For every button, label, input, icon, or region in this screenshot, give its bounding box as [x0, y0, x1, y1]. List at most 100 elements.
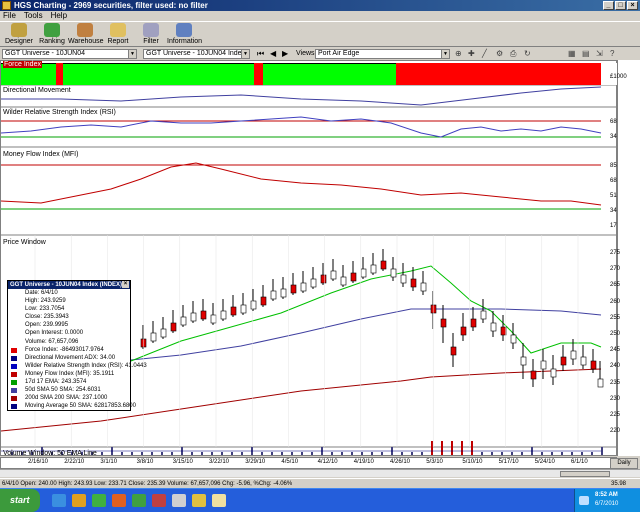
candle-body	[480, 310, 487, 320]
axis-tick-label: 250	[610, 331, 621, 337]
legend-row: Open: 239.9995	[25, 322, 69, 329]
volume-bar	[421, 452, 423, 455]
print-icon[interactable]: ⎙	[510, 49, 516, 59]
force-index-red-segment	[396, 63, 412, 85]
zoom-icon[interactable]: ⊕	[455, 49, 462, 59]
view-select[interactable]: Port Air Edge ▼	[315, 49, 450, 59]
force-index-red-segment	[254, 63, 263, 85]
horizontal-scrollbar[interactable]	[0, 469, 640, 477]
force-index-red-segment	[56, 63, 63, 85]
menu-tools[interactable]: Tools	[24, 11, 43, 21]
legend-row: Volume: 67,657,096	[25, 338, 79, 345]
next-button[interactable]: ▶	[282, 49, 288, 59]
menu-help[interactable]: Help	[51, 11, 67, 21]
close-button[interactable]: ×	[627, 1, 638, 10]
candle-body	[570, 350, 577, 360]
designer-button[interactable]: Designer	[2, 23, 36, 45]
legend-swatch	[11, 347, 17, 353]
date-tick-label: 3/1/10	[100, 459, 118, 465]
app-yellow-icon[interactable]	[192, 494, 206, 507]
date-tick-label: 5/17/10	[498, 459, 519, 465]
volume-bar	[341, 452, 343, 455]
menu-bar: File Tools Help	[0, 11, 640, 21]
volume-bar	[271, 452, 273, 455]
volume-bar	[411, 452, 413, 455]
volume-bar	[151, 452, 153, 455]
volume-bar	[431, 441, 433, 455]
crosshair-icon[interactable]: ✚	[468, 49, 475, 59]
information-button[interactable]: Information	[167, 23, 202, 45]
volume-bar	[301, 452, 303, 455]
volume-bar	[471, 441, 473, 455]
candle-body	[210, 314, 217, 324]
candle-body	[380, 260, 387, 270]
legend-row: Money Flow Index (MFI): 35.1911	[8, 370, 130, 378]
start-button[interactable]: start	[0, 489, 40, 512]
app-red-icon[interactable]	[152, 494, 166, 507]
candle-body	[240, 304, 247, 314]
data-legend-popup[interactable]: GGT Universe - 10JUN04 Index (INDEX) × Da…	[7, 280, 147, 411]
security-select[interactable]: GGT Universe - 10JUN04 Index ▼	[143, 49, 250, 59]
date-tick-label: 3/29/10	[245, 459, 266, 465]
volume-bar	[381, 452, 383, 455]
universe-select[interactable]: GGT Universe - 10JUN04 ▼	[2, 49, 137, 59]
app-green-icon[interactable]	[132, 494, 146, 507]
previous-button[interactable]: ◀	[270, 49, 276, 59]
candle-body	[340, 276, 347, 286]
minimize-button[interactable]: _	[603, 1, 614, 10]
candle-body	[290, 284, 297, 294]
grid-icon[interactable]: ▦	[568, 49, 576, 59]
legend-row: Close: 235.3943	[25, 314, 69, 321]
candle-body	[550, 368, 557, 378]
volume-bar	[221, 452, 223, 455]
date-tick-label: 5/24/10	[534, 459, 555, 465]
date-tick-label: 3/8/10	[136, 459, 154, 465]
ranking-icon	[44, 23, 60, 37]
ie-icon[interactable]	[52, 494, 66, 507]
legend-row: Wilder Relative Strength Index (RSI): 41…	[8, 362, 147, 370]
volume-bar	[521, 452, 523, 455]
menu-file[interactable]: File	[3, 11, 16, 21]
axis-tick-label: 245	[610, 347, 621, 354]
force-index-label: Force Index	[3, 61, 42, 68]
daily-button[interactable]: Daily	[610, 458, 638, 469]
warehouse-icon	[77, 23, 93, 37]
help-icon[interactable]: ?	[610, 49, 614, 59]
settings-icon[interactable]: ⚙	[496, 49, 503, 59]
scrollbar-thumb[interactable]	[560, 471, 610, 477]
legend-swatch	[11, 355, 17, 361]
candle-body	[520, 356, 527, 366]
network-icon[interactable]	[579, 496, 589, 505]
table-icon[interactable]: ▤	[582, 49, 590, 59]
excel-icon[interactable]	[92, 494, 106, 507]
refresh-icon[interactable]: ↻	[524, 49, 531, 59]
first-button[interactable]: ⏮	[257, 49, 264, 59]
legend-swatch	[11, 380, 17, 386]
app-gray-icon[interactable]	[172, 494, 186, 507]
axis-tick-label: 85	[610, 163, 617, 169]
line-tool-icon[interactable]: ╱	[482, 49, 487, 59]
legend-swatch	[11, 363, 17, 369]
warehouse-button[interactable]: Warehouse	[68, 23, 104, 45]
date-axis: 2/16/10 2/22/10 3/1/10 3/8/10 3/15/10 3/22/10…	[0, 457, 617, 469]
export-icon[interactable]: ⇲	[596, 49, 603, 59]
legend-title: GGT Universe - 10JUN04 Index (INDEX)	[10, 282, 123, 288]
volume-bar	[401, 452, 403, 455]
volume-bar	[591, 452, 593, 455]
firefox-icon[interactable]	[112, 494, 126, 507]
folder-icon[interactable]	[72, 494, 86, 507]
volume-bar	[541, 452, 543, 455]
candle-body	[597, 378, 604, 388]
legend-close-icon[interactable]: ×	[122, 281, 129, 288]
hgs-charting-task-icon[interactable]	[212, 494, 226, 507]
volume-bar	[561, 452, 563, 455]
candle-body	[230, 306, 237, 316]
legend-row: Moving Average 50 SMA: 62817853.6800	[8, 402, 136, 410]
report-button[interactable]: Report	[101, 23, 135, 45]
legend-row: Open Interest: 0.0000	[25, 330, 84, 337]
ranking-button[interactable]: Ranking	[35, 23, 69, 45]
filter-button[interactable]: Filter	[134, 23, 168, 45]
maximize-button[interactable]: □	[615, 1, 626, 10]
date-tick-label: 2/16/10	[28, 459, 49, 465]
date-tick-label: 4/5/10	[281, 459, 299, 465]
